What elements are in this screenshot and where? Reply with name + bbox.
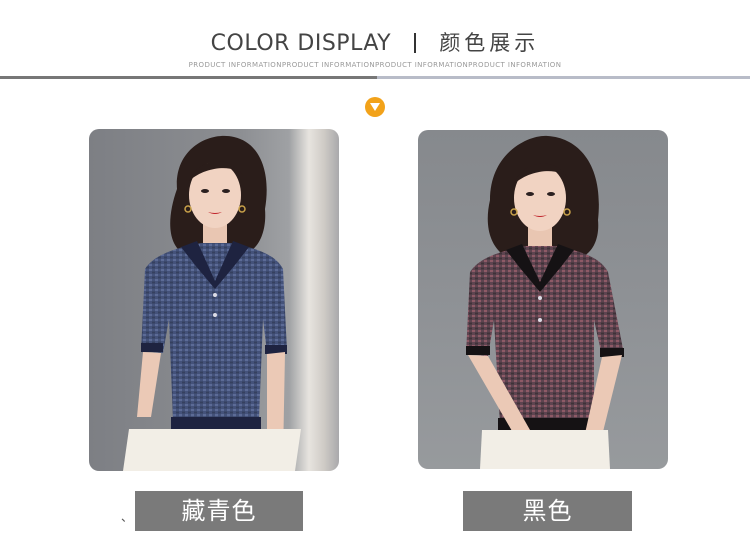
title-chinese: 颜色展示 (439, 31, 540, 55)
color-label-navy: 藏青色 (135, 491, 303, 531)
divider-right (377, 76, 750, 79)
product-photo-black (418, 130, 668, 469)
product-photo-navy (89, 129, 339, 471)
title-english: COLOR DISPLAY (210, 31, 392, 56)
down-arrow-icon (365, 97, 385, 117)
title-separator (414, 33, 417, 53)
model-black-illustration (466, 135, 624, 469)
divider-left (0, 76, 377, 79)
stray-mark: 、 (121, 510, 134, 524)
title-row: COLOR DISPLAY 颜色展示 (0, 27, 750, 57)
subtitle: PRODUCT INFORMATIONPRODUCT INFORMATIONPR… (188, 61, 562, 69)
model-navy-illustration (123, 135, 301, 471)
color-label-black: 黑色 (463, 491, 632, 531)
page-header: COLOR DISPLAY 颜色展示 PRODUCT INFORMATIONPR… (0, 0, 750, 90)
